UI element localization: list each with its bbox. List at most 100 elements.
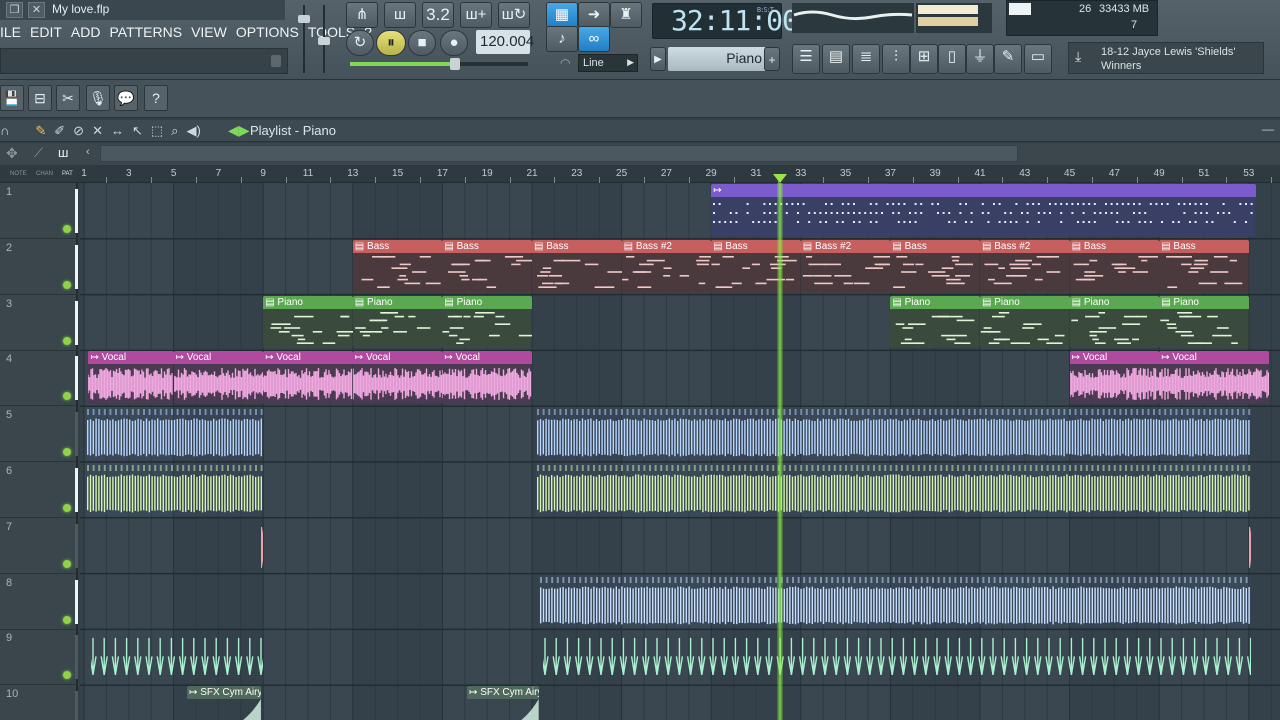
pattern-icon[interactable]: ш	[58, 145, 68, 160]
playlist-window-icon[interactable]: ☰	[792, 44, 820, 74]
playlist-clip[interactable]	[90, 630, 264, 683]
save-icon[interactable]: 💾	[0, 85, 24, 111]
restore-icon[interactable]: ❐	[6, 2, 23, 18]
playlist-clip[interactable]: ↦	[711, 184, 1256, 237]
playlist-clip[interactable]	[538, 574, 1252, 628]
mixer-icon[interactable]: ⫶	[882, 44, 910, 74]
slice-icon[interactable]: ↖	[132, 123, 143, 139]
typing-keyboard-icon[interactable]: ▦	[546, 2, 578, 28]
playlist-clip[interactable]: ▤ Piano	[442, 295, 532, 349]
playlist-clip[interactable]: ▤ Piano	[980, 295, 1070, 349]
stop-button[interactable]: ■	[408, 30, 436, 56]
browser-tree-icon[interactable]: ⊞	[910, 44, 938, 74]
playlist-clip[interactable]: ↦ Vocal	[263, 351, 353, 405]
prev-channel-button[interactable]: ▶	[650, 47, 666, 71]
current-channel[interactable]: Piano	[668, 47, 766, 71]
record-button[interactable]: ●	[440, 30, 468, 56]
playlist-clip[interactable]	[536, 407, 1252, 460]
pencil-icon[interactable]: ✎	[35, 123, 46, 139]
menu-item-patterns[interactable]: PATTERNS	[109, 22, 191, 44]
playlist-clip[interactable]: ↦ Vocal	[1069, 351, 1160, 405]
timeline-ruler[interactable]: NOTE CHAN PAT 1 3 5 7 9 11 13 15 17 19 21 23 25 27 29 3…	[0, 165, 1280, 183]
blend-icon[interactable]: ♜	[610, 2, 642, 28]
close-panel-icon[interactable]: —	[1262, 122, 1274, 136]
track-header[interactable]: 7	[0, 518, 78, 574]
help-icon[interactable]: ?	[144, 85, 168, 111]
cut-icon[interactable]: ✂	[56, 85, 80, 111]
playlist-clip[interactable]: ↦ Vocal	[1159, 351, 1269, 405]
track-selector[interactable]	[75, 635, 78, 680]
playlist-clip[interactable]	[1248, 519, 1252, 572]
draw-icon[interactable]: ⟋	[34, 145, 43, 161]
metronome-icon[interactable]: ⋔	[346, 2, 378, 28]
select-icon[interactable]: ⬚	[151, 123, 163, 139]
channel-rack-icon[interactable]: ≣	[852, 44, 880, 74]
track-mute-led[interactable]	[63, 336, 71, 345]
menu-item-view[interactable]: VIEW	[191, 22, 236, 44]
piano-roll-icon[interactable]: ▤	[822, 44, 850, 74]
time-display[interactable]: 32:11:00 B:S:T	[652, 3, 799, 39]
link-icon[interactable]: ∞	[578, 26, 610, 52]
delete-icon[interactable]: ⊘	[73, 123, 84, 139]
track-mute-led[interactable]	[63, 671, 71, 680]
track-header[interactable]: 8	[0, 574, 78, 630]
chat-icon[interactable]: 💬	[114, 85, 138, 111]
song-position-slider[interactable]	[350, 58, 528, 70]
track-selector[interactable]	[75, 300, 78, 345]
wait-input-button[interactable]: ш	[384, 2, 416, 28]
plugin-icon[interactable]: ⏚	[966, 44, 994, 74]
slip-icon[interactable]: ↔	[111, 123, 124, 139]
playlist-clip[interactable]: ▤ Piano	[890, 295, 980, 349]
horizontal-scrollbar[interactable]	[100, 145, 1018, 162]
track-selector[interactable]	[75, 244, 78, 289]
speaker-icon[interactable]: ◀)	[186, 123, 200, 139]
track-selector[interactable]	[75, 523, 78, 568]
track-header[interactable]: 10	[0, 685, 78, 720]
loop-record-button[interactable]: ш↻	[498, 2, 530, 28]
arrows-icon[interactable]: ✥	[6, 145, 18, 162]
loop-icon[interactable]: ↻	[346, 30, 374, 56]
master-pitch-slider[interactable]	[318, 5, 330, 73]
close-icon[interactable]: ✕	[28, 2, 45, 18]
track-mute-led[interactable]	[63, 504, 71, 512]
new-file-icon[interactable]: ▯	[938, 44, 966, 74]
playlist-clip[interactable]: ▤ Bass	[352, 239, 443, 293]
playlist-clip[interactable]: ↦ Vocal	[442, 351, 532, 405]
track-header[interactable]: 5	[0, 406, 78, 463]
track-selector[interactable]	[75, 189, 78, 233]
track-mute-led[interactable]	[63, 280, 71, 289]
playlist-clip[interactable]: ↦ Vocal	[88, 351, 174, 405]
track-selector[interactable]	[75, 691, 78, 720]
track-header[interactable]: 4	[0, 350, 78, 407]
track-mute-led[interactable]	[63, 225, 71, 233]
playlist-clip[interactable]: ↦ SFX Cym Airy	[187, 686, 261, 720]
playlist-clip[interactable]	[536, 463, 1252, 516]
add-channel-button[interactable]: +	[764, 47, 780, 71]
master-volume-slider[interactable]	[298, 5, 310, 73]
track-header[interactable]: 1	[0, 183, 78, 239]
playlist-clip[interactable]: ▤ Bass #2	[980, 239, 1070, 293]
playlist-clip[interactable]: ▤ Bass #2	[621, 239, 712, 293]
playlist-clip[interactable]	[260, 519, 264, 572]
scroll-left-icon[interactable]: ‹	[86, 146, 90, 158]
save-as-icon[interactable]: ⊟	[28, 85, 52, 111]
track-header[interactable]: 2	[0, 239, 78, 295]
track-mute-led[interactable]	[63, 559, 71, 568]
pause-button[interactable]: ⏸	[376, 30, 406, 56]
touch-controller-icon[interactable]: ▭	[1024, 44, 1052, 74]
snap-select[interactable]: Line ▶	[578, 54, 638, 72]
playlist-clip[interactable]: ↦ Vocal	[352, 351, 443, 405]
plugin-picker-icon[interactable]: ✎	[994, 44, 1022, 74]
brush-icon[interactable]: ✐	[54, 123, 65, 139]
playlist-clip[interactable]: ▤ Piano	[263, 295, 353, 349]
menu-item-ile[interactable]: ILE	[0, 22, 30, 44]
playlist-clip[interactable]	[543, 630, 1252, 683]
track-header[interactable]: 6	[0, 462, 78, 518]
playlist-clip[interactable]: ▤ Piano	[1069, 295, 1160, 349]
playlist-clip[interactable]: ▤ Bass	[442, 239, 532, 293]
playhead[interactable]	[772, 173, 788, 720]
playlist-clip[interactable]: ▤ Bass	[890, 239, 980, 293]
track-selector[interactable]	[75, 468, 78, 512]
snap-icon[interactable]: ♪	[546, 26, 578, 52]
microphone-icon[interactable]: 🎙	[86, 85, 110, 111]
